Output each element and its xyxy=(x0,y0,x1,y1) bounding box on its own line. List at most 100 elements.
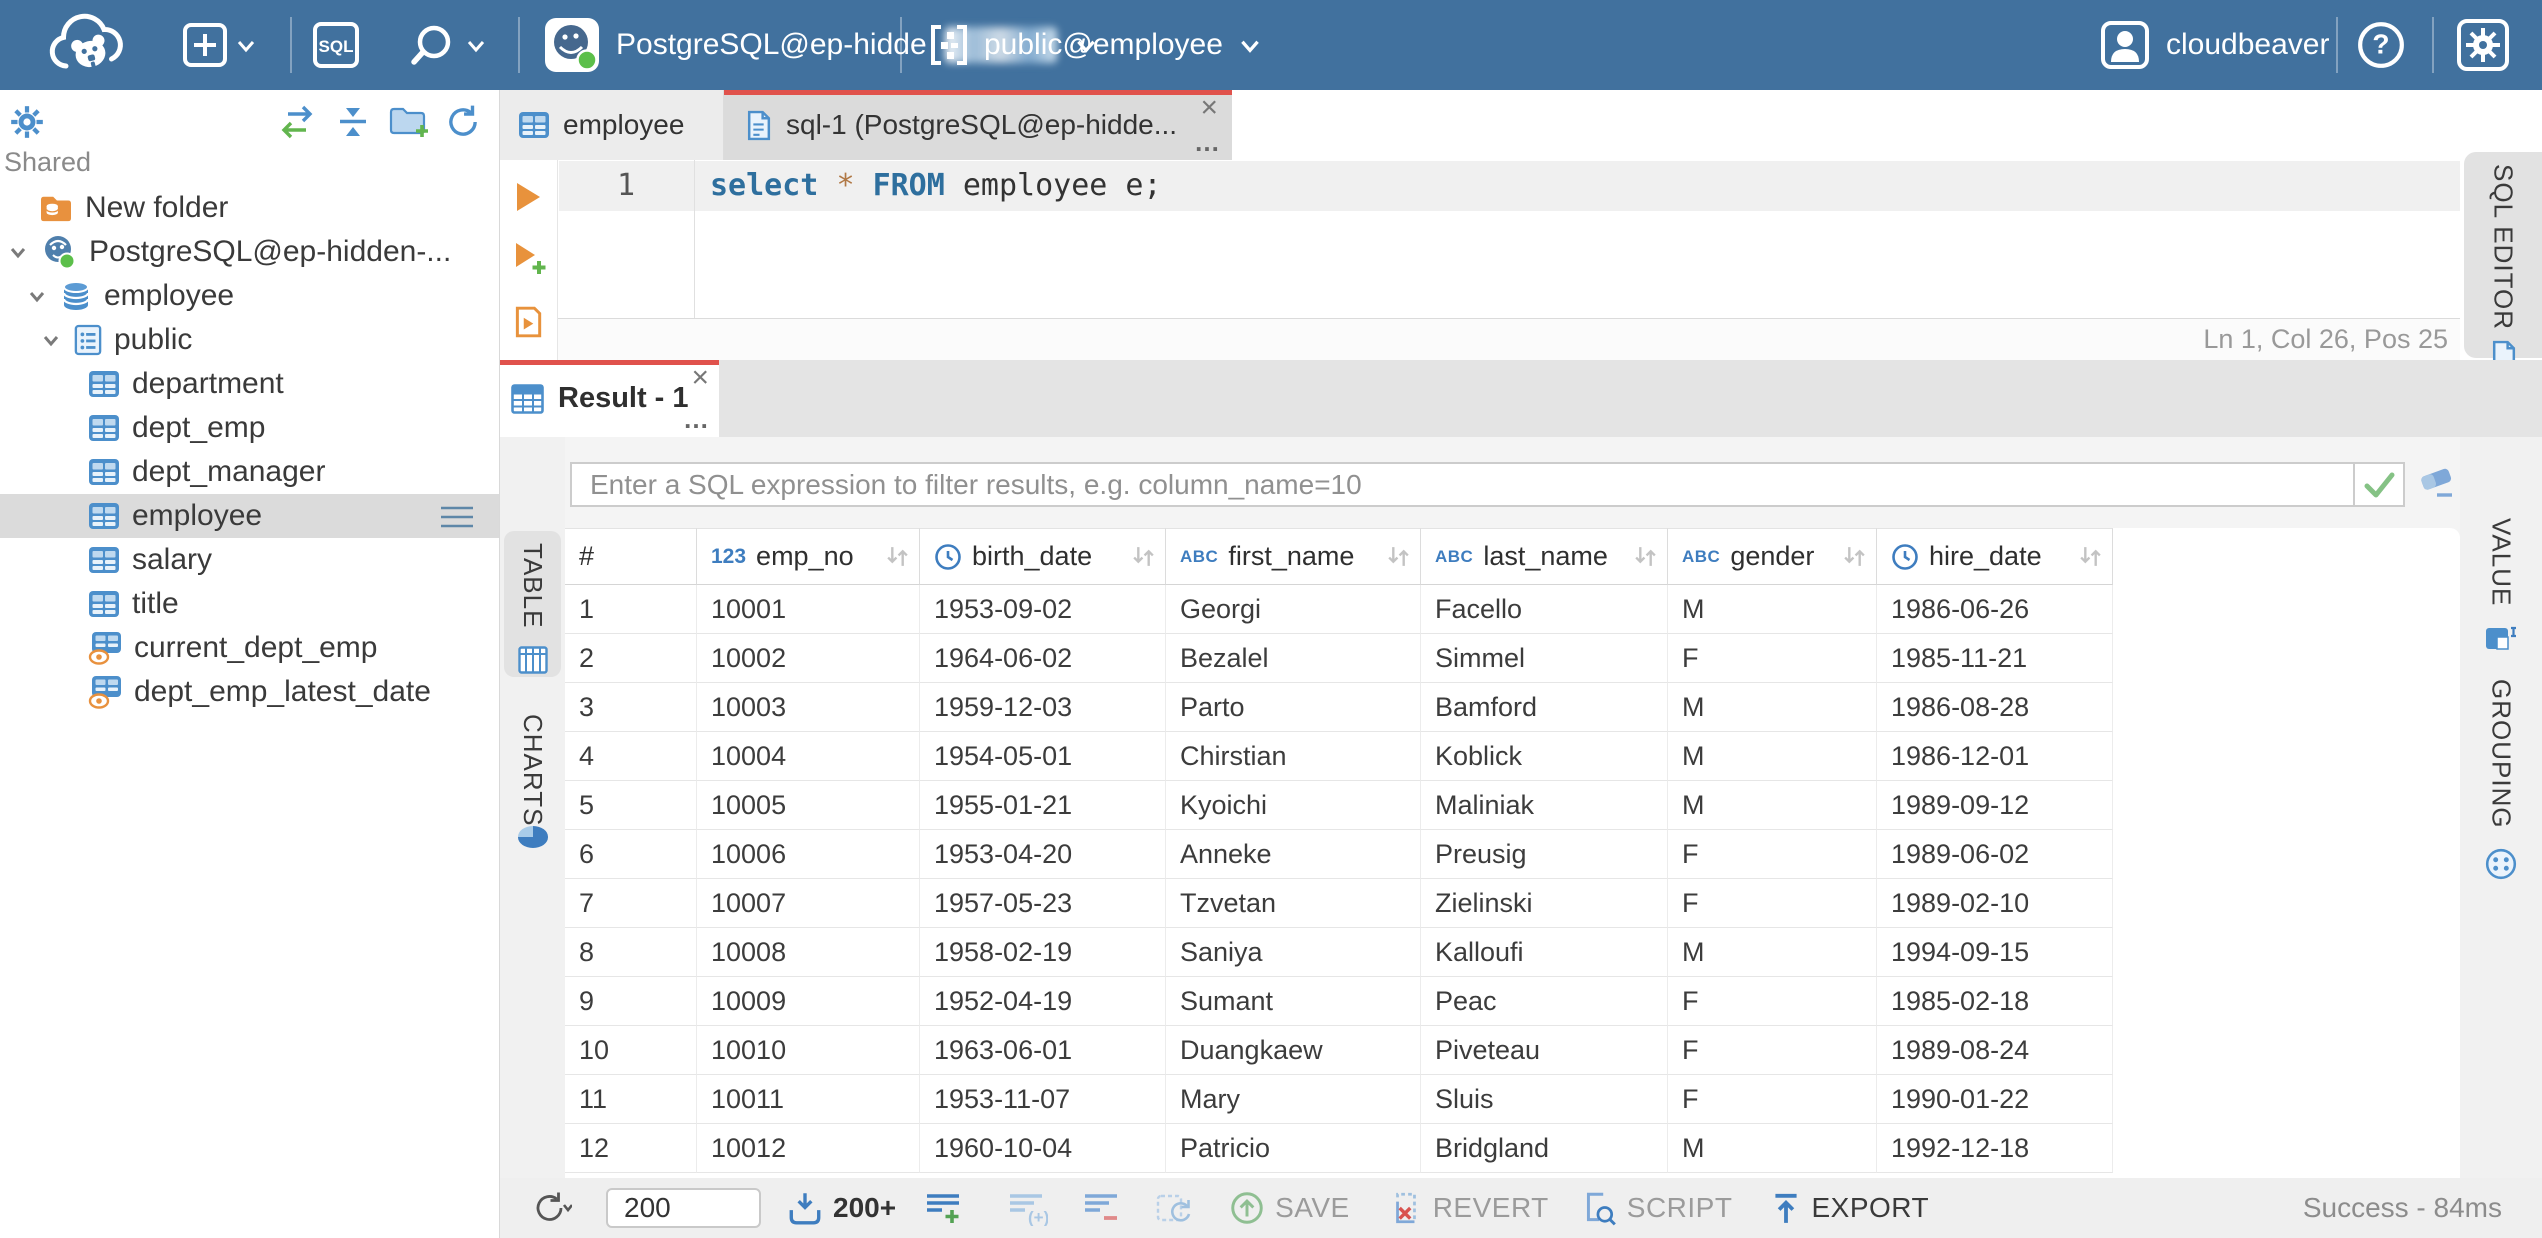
tree-item-dept-manager[interactable]: dept_manager xyxy=(0,450,499,494)
row-number-cell[interactable]: 11 xyxy=(565,1075,697,1124)
sort-icon[interactable] xyxy=(1385,543,1412,570)
row-number-cell[interactable]: 2 xyxy=(565,634,697,683)
tab-menu-icon[interactable]: … xyxy=(1194,127,1220,158)
grid-cell[interactable]: F xyxy=(1668,879,1877,928)
clear-filter-button[interactable] xyxy=(2416,464,2458,502)
row-number-cell[interactable]: 4 xyxy=(565,732,697,781)
grid-cell[interactable]: M xyxy=(1668,781,1877,830)
row-number-cell[interactable]: 7 xyxy=(565,879,697,928)
collapse-all-button[interactable] xyxy=(334,100,372,144)
column-header-gender[interactable]: ABC gender xyxy=(1668,528,1877,585)
grid-cell[interactable]: 1953-09-02 xyxy=(920,585,1166,634)
help-button[interactable]: ? xyxy=(2356,0,2406,90)
execute-query-new-tab-button[interactable] xyxy=(512,241,548,282)
grid-cell[interactable]: 1955-01-21 xyxy=(920,781,1166,830)
column-header-first_name[interactable]: ABC first_name xyxy=(1166,528,1421,585)
grid-cell[interactable]: Maliniak xyxy=(1421,781,1668,830)
sort-icon[interactable] xyxy=(1130,543,1157,570)
grid-cell[interactable]: Saniya xyxy=(1166,928,1421,977)
sort-icon[interactable] xyxy=(1632,543,1659,570)
grid-cell[interactable]: Preusig xyxy=(1421,830,1668,879)
execute-script-button[interactable] xyxy=(512,305,544,344)
delete-row-button[interactable] xyxy=(1081,1190,1121,1226)
tree-item-dept-emp-latest-date[interactable]: dept_emp_latest_date xyxy=(0,670,499,714)
row-limit-input[interactable] xyxy=(606,1188,761,1228)
duplicate-row-button[interactable]: (+) xyxy=(1006,1190,1048,1226)
grid-cell[interactable]: 1989-09-12 xyxy=(1877,781,2113,830)
grid-cell[interactable]: Kyoichi xyxy=(1166,781,1421,830)
grid-cell[interactable]: M xyxy=(1668,683,1877,732)
grid-cell[interactable]: Patricio xyxy=(1166,1124,1421,1173)
grid-cell[interactable]: Kalloufi xyxy=(1421,928,1668,977)
grid-cell[interactable]: 1985-11-21 xyxy=(1877,634,2113,683)
grid-cell[interactable]: Anneke xyxy=(1166,830,1421,879)
column-header-birth_date[interactable]: birth_date xyxy=(920,528,1166,585)
row-number-cell[interactable]: 5 xyxy=(565,781,697,830)
grid-cell[interactable]: 10012 xyxy=(697,1124,920,1173)
grid-cell[interactable]: Bezalel xyxy=(1166,634,1421,683)
grid-cell[interactable]: Simmel xyxy=(1421,634,1668,683)
tab-menu-icon[interactable]: … xyxy=(683,404,709,435)
grid-cell[interactable]: Parto xyxy=(1166,683,1421,732)
new-connection-button[interactable] xyxy=(182,0,258,90)
grid-cell[interactable]: Chirstian xyxy=(1166,732,1421,781)
save-button[interactable]: SAVE xyxy=(1228,1189,1350,1227)
export-button[interactable]: EXPORT xyxy=(1770,1190,1929,1226)
grid-cell[interactable]: 1963-06-01 xyxy=(920,1026,1166,1075)
tree-item-postgresql-ep-hidden-[interactable]: PostgreSQL@ep-hidden-... xyxy=(0,230,499,274)
tools-menu-button[interactable] xyxy=(406,0,488,90)
refresh-tree-button[interactable] xyxy=(444,100,482,144)
link-with-editor-button[interactable] xyxy=(276,100,318,144)
grid-cell[interactable]: 1990-01-22 xyxy=(1877,1075,2113,1124)
vertical-tab-charts[interactable]: CHARTS xyxy=(504,702,561,848)
grid-cell[interactable]: 1953-04-20 xyxy=(920,830,1166,879)
grid-cell[interactable]: Facello xyxy=(1421,585,1668,634)
cloudbeaver-logo[interactable] xyxy=(38,0,138,90)
grid-cell[interactable]: 1986-12-01 xyxy=(1877,732,2113,781)
tree-item-new-folder[interactable]: New folder xyxy=(0,186,499,230)
grid-cell[interactable]: 10004 xyxy=(697,732,920,781)
grid-cell[interactable]: Koblick xyxy=(1421,732,1668,781)
row-number-cell[interactable]: 8 xyxy=(565,928,697,977)
grid-cell[interactable]: 1992-12-18 xyxy=(1877,1124,2113,1173)
grid-cell[interactable]: F xyxy=(1668,634,1877,683)
row-number-cell[interactable]: 3 xyxy=(565,683,697,732)
grid-cell[interactable]: M xyxy=(1668,1124,1877,1173)
vertical-tab-value[interactable]: VALUE xyxy=(2466,518,2536,668)
grid-cell[interactable]: Piveteau xyxy=(1421,1026,1668,1075)
column-header-rownum[interactable]: # xyxy=(565,528,697,585)
grid-cell[interactable]: Bamford xyxy=(1421,683,1668,732)
refresh-grid-button[interactable] xyxy=(1154,1190,1192,1226)
tree-item-public[interactable]: public xyxy=(0,318,499,362)
grid-cell[interactable]: Peac xyxy=(1421,977,1668,1026)
close-tab-icon[interactable]: × xyxy=(691,362,709,394)
grid-cell[interactable]: 1959-12-03 xyxy=(920,683,1166,732)
grid-cell[interactable]: M xyxy=(1668,928,1877,977)
grid-cell[interactable]: 10006 xyxy=(697,830,920,879)
sort-icon[interactable] xyxy=(884,543,911,570)
grid-cell[interactable]: 1989-06-02 xyxy=(1877,830,2113,879)
vertical-tab-grouping[interactable]: GROUPING xyxy=(2466,679,2536,879)
tree-item-title[interactable]: title xyxy=(0,582,499,626)
grid-cell[interactable]: F xyxy=(1668,1075,1877,1124)
grid-cell[interactable]: Tzvetan xyxy=(1166,879,1421,928)
grid-cell[interactable]: Zielinski xyxy=(1421,879,1668,928)
grid-cell[interactable]: 1957-05-23 xyxy=(920,879,1166,928)
grid-cell[interactable]: 10007 xyxy=(697,879,920,928)
grid-cell[interactable]: 1986-06-26 xyxy=(1877,585,2113,634)
grid-cell[interactable]: 10011 xyxy=(697,1075,920,1124)
sort-icon[interactable] xyxy=(2077,543,2104,570)
grid-cell[interactable]: 1964-06-02 xyxy=(920,634,1166,683)
tree-item-employee[interactable]: employee xyxy=(0,494,499,538)
apply-filter-button[interactable] xyxy=(2353,464,2403,505)
tab-sql-editor[interactable]: sql-1 (PostgreSQL@ep-hidde... × … xyxy=(724,90,1232,160)
execute-query-button[interactable] xyxy=(512,180,544,219)
grid-cell[interactable]: F xyxy=(1668,977,1877,1026)
grid-cell[interactable]: 10010 xyxy=(697,1026,920,1075)
column-header-emp_no[interactable]: 123 emp_no xyxy=(697,528,920,585)
vertical-tab-sql-editor[interactable]: SQL EDITOR xyxy=(2464,152,2542,371)
revert-button[interactable]: REVERT xyxy=(1388,1190,1549,1226)
grid-cell[interactable]: 1960-10-04 xyxy=(920,1124,1166,1173)
tab-employee[interactable]: employee xyxy=(500,90,724,160)
grid-cell[interactable]: 1953-11-07 xyxy=(920,1075,1166,1124)
